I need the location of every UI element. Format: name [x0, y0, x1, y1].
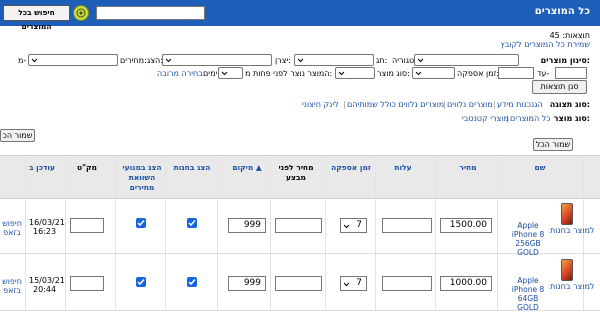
check-icon: [137, 220, 145, 227]
column-header-position[interactable]: מיקום ▲: [222, 163, 272, 173]
check-icon: [137, 279, 145, 286]
manufacturer-label: יצרן:: [275, 56, 291, 65]
cost-input[interactable]: [382, 276, 432, 291]
supply-time-row-select[interactable]: 7: [340, 218, 367, 233]
filter-results-button[interactable]: סנן תוצאות: [532, 80, 587, 94]
sku-input[interactable]: [70, 276, 104, 291]
show-compare-checkbox[interactable]: [136, 218, 146, 228]
price-to-input[interactable]: [498, 67, 534, 79]
product-thumbnail[interactable]: [561, 259, 573, 281]
column-header-updated[interactable]: עודכן ב: [22, 163, 62, 173]
product-type-filter-select[interactable]: [335, 67, 375, 79]
updated-time: 16:23: [33, 227, 57, 236]
chevron-down-icon: [417, 58, 424, 63]
store-link[interactable]: למוצר בחנות: [550, 282, 594, 291]
supply-value: 7: [356, 278, 362, 288]
supply-time-row-select[interactable]: 7: [340, 276, 367, 291]
column-header-price[interactable]: מחיר: [443, 163, 493, 173]
category-select[interactable]: [414, 54, 519, 66]
store-link[interactable]: למוצר בחנות: [550, 226, 594, 235]
search-zap-link[interactable]: חיפוש בזאפ: [2, 277, 22, 295]
top-bar: [0, 0, 600, 26]
updated-date: 15/03/21: [29, 276, 65, 285]
chevron-down-icon: [338, 71, 345, 76]
price-before-input[interactable]: [275, 276, 322, 291]
filter-title: סינון מוצרים:: [540, 56, 590, 65]
separator: |: [493, 100, 496, 109]
product-type-label: סוג מוצר:: [553, 114, 590, 123]
column-header-price-before-sale: מחיר לפני מבצע: [278, 163, 314, 182]
column-header-supply-time[interactable]: זמן אספקה: [330, 163, 372, 173]
from-label: מ-: [18, 56, 27, 65]
column-header-name[interactable]: שם: [520, 163, 560, 173]
chevron-down-icon: [343, 224, 350, 229]
manufacturer-select[interactable]: [162, 54, 272, 66]
cost-input[interactable]: [382, 218, 432, 233]
chevron-down-icon: [221, 71, 228, 76]
product-thumbnail[interactable]: [561, 203, 573, 225]
save-changes-button[interactable]: שמור הכ: [0, 129, 35, 142]
show-compare-checkbox[interactable]: [136, 277, 146, 287]
display-type-label: סוג תצוגה:: [549, 100, 590, 109]
product-name-link[interactable]: Apple iPhone 8 256GB GOLD: [508, 221, 548, 257]
chevron-down-icon: [31, 58, 38, 63]
updated-time: 20:44: [33, 285, 57, 294]
search-zap-link[interactable]: חיפוש בזאפ: [2, 219, 22, 237]
price-input[interactable]: 1000.00: [440, 276, 492, 291]
tag-select[interactable]: [294, 54, 374, 66]
chevron-down-icon: [165, 58, 172, 63]
product-name-link[interactable]: Apple iPhone 8 64GB GOLD: [508, 276, 548, 312]
multi-select-link[interactable]: בחירה מרובה: [157, 69, 203, 78]
product-type-filter-label: סוג מוצר:: [377, 69, 410, 78]
column-header-cost[interactable]: עלות: [378, 163, 428, 173]
tag-label: תג:: [376, 56, 388, 65]
supply-value: 7: [356, 220, 362, 230]
to-label: עד-: [537, 69, 550, 78]
page-title: כל המוצרים: [534, 6, 590, 17]
chevron-down-icon: [297, 58, 304, 63]
save-to-file-link[interactable]: שמירת כל המוצרים לקובץ: [500, 40, 590, 49]
show-in-store-checkbox[interactable]: [187, 218, 197, 228]
supply-time-select[interactable]: [412, 67, 455, 79]
column-header-show-compare[interactable]: הצג במנועי השוואת מחירים: [117, 163, 167, 193]
display-option-info[interactable]: הגנכנות מידע: [497, 100, 543, 109]
check-icon: [188, 279, 196, 286]
product-type-all[interactable]: כל המוצרים: [510, 114, 551, 123]
created-before-label: המוצר נוצר לפני פחות מ:: [245, 69, 333, 78]
price-before-input[interactable]: [275, 218, 322, 233]
display-option-related-names[interactable]: מוצרים נלווים כולל שמותיהם: [347, 100, 444, 109]
product-type-digital[interactable]: מוצרי קטנטבי: [462, 114, 509, 123]
separator: |: [343, 100, 346, 109]
search-all-button[interactable]: חיפוש בכל המוצרים: [3, 5, 70, 31]
show-in-store-checkbox[interactable]: [187, 277, 197, 287]
price-from-input[interactable]: [555, 67, 587, 79]
save-all-button[interactable]: שמור הכל: [533, 138, 573, 151]
position-input[interactable]: 999: [228, 276, 266, 291]
column-header-sku: מק"ט: [77, 163, 97, 172]
logo-icon: [73, 5, 89, 21]
chevron-down-icon: [343, 282, 350, 287]
column-header-show-in-store[interactable]: הצג בחנות: [172, 163, 212, 173]
days-label: ימים: [203, 69, 218, 78]
sku-input[interactable]: [70, 218, 104, 233]
created-before-select[interactable]: [218, 67, 243, 79]
search-input[interactable]: [96, 6, 205, 20]
prices-select[interactable]: [28, 54, 118, 66]
display-option-related[interactable]: מוצרים נלווים: [447, 100, 493, 109]
chevron-down-icon: [415, 71, 422, 76]
results-count: תוצאות: 45: [549, 31, 590, 40]
check-icon: [188, 220, 196, 227]
filter-main-label: הצג:: [147, 56, 163, 65]
prices-label: מחירים:: [120, 56, 147, 65]
price-input[interactable]: 1500.00: [440, 218, 492, 233]
display-option-external-link[interactable]: לינק חיצוני: [302, 100, 339, 109]
updated-date: 16/03/21: [29, 218, 65, 227]
position-input[interactable]: 999: [228, 218, 266, 233]
supply-time-label: זמן אספקה:: [457, 69, 500, 78]
